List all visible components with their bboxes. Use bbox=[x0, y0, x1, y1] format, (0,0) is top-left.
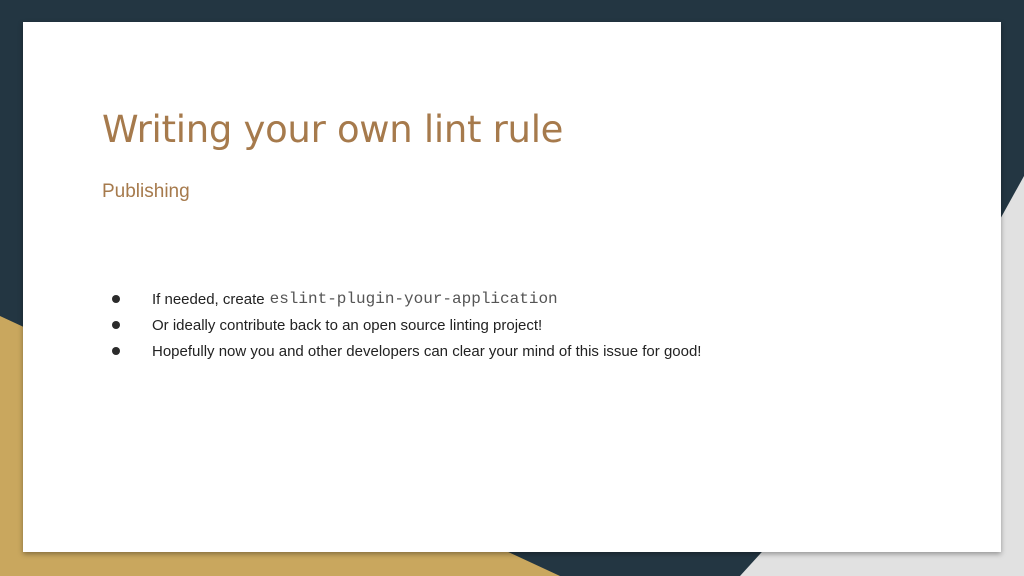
bullet-code: eslint-plugin-your-application bbox=[269, 290, 558, 308]
bullet-text: Or ideally contribute back to an open so… bbox=[152, 316, 543, 334]
bullet-dot-icon bbox=[112, 347, 120, 355]
bullet-item: Or ideally contribute back to an open so… bbox=[112, 312, 701, 338]
bullet-dot-icon bbox=[112, 321, 120, 329]
bullet-dot-icon bbox=[112, 295, 120, 303]
bullet-item: If needed, create eslint-plugin-your-app… bbox=[112, 286, 701, 312]
bullet-text: If needed, create bbox=[152, 290, 265, 308]
bullet-list: If needed, create eslint-plugin-your-app… bbox=[112, 286, 701, 364]
bullet-text: Hopefully now you and other developers c… bbox=[152, 342, 702, 360]
slide-subtitle: Publishing bbox=[102, 181, 190, 202]
slide-title: Writing your own lint rule bbox=[102, 108, 564, 151]
slide-card: Writing your own lint rule Publishing If… bbox=[23, 22, 1001, 552]
bullet-item: Hopefully now you and other developers c… bbox=[112, 338, 701, 364]
